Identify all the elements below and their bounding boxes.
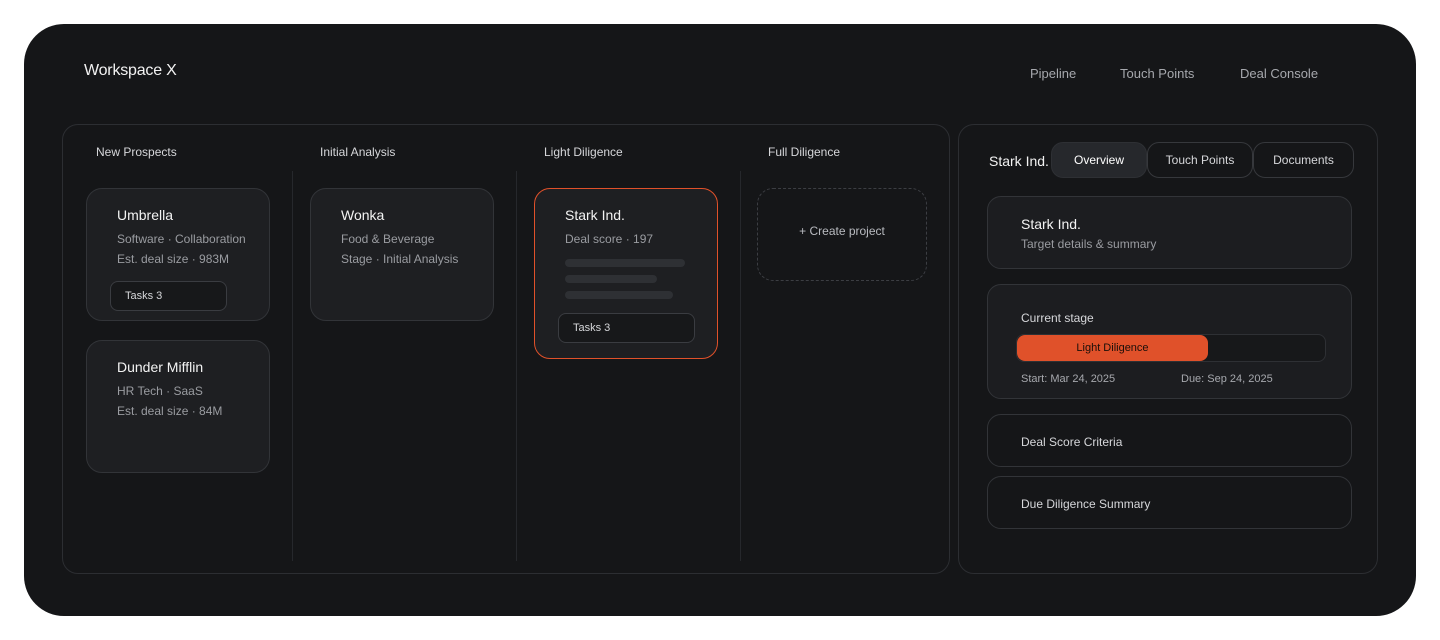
- pipeline-board: New Prospects Initial Analysis Light Dil…: [62, 124, 950, 574]
- tab-documents[interactable]: Documents: [1253, 142, 1354, 178]
- stage-label: Current stage: [1021, 311, 1094, 325]
- card-deal-score: Deal score · 197: [565, 232, 654, 246]
- column-divider: [292, 171, 293, 561]
- section-title: Due Diligence Summary: [1021, 497, 1151, 511]
- stage-value: Light Diligence: [1076, 342, 1149, 354]
- deal-detail-panel: Stark Ind. Overview Touch Points Documen…: [958, 124, 1378, 574]
- tasks-chip[interactable]: Tasks 3: [558, 313, 695, 343]
- summary-subtitle: Target details & summary: [1021, 237, 1157, 251]
- detail-company-name: Stark Ind.: [989, 153, 1049, 169]
- card-deal-size: Est. deal size · 983M: [117, 252, 230, 266]
- summary-card[interactable]: Stark Ind. Target details & summary: [987, 196, 1352, 269]
- nav-deal-console[interactable]: Deal Console: [1240, 66, 1318, 81]
- skeleton-line: [565, 291, 673, 299]
- deal-card-umbrella[interactable]: Umbrella Software · Collaboration Est. d…: [86, 188, 270, 321]
- create-project-label: + Create project: [799, 224, 885, 238]
- card-title: Stark Ind.: [565, 207, 625, 223]
- stage-progress-bar: Light Diligence: [1016, 334, 1326, 362]
- column-header-new-prospects: New Prospects: [96, 145, 177, 159]
- column-header-initial-analysis: Initial Analysis: [320, 145, 396, 159]
- card-sector: Software · Collaboration: [117, 232, 246, 246]
- tab-overview[interactable]: Overview: [1051, 142, 1147, 178]
- stage-card: Current stage Light Diligence Start: Mar…: [987, 284, 1352, 399]
- card-sector: Food & Beverage: [341, 232, 435, 246]
- deal-card-dunder-mifflin[interactable]: Dunder Mifflin HR Tech · SaaS Est. deal …: [86, 340, 270, 473]
- card-title: Umbrella: [117, 207, 174, 223]
- summary-title: Stark Ind.: [1021, 216, 1081, 232]
- card-sector: HR Tech · SaaS: [117, 384, 203, 398]
- deal-score-criteria-section[interactable]: Deal Score Criteria: [987, 414, 1352, 467]
- top-nav: Pipeline Touch Points Deal Console: [24, 66, 1416, 82]
- tab-touch-points[interactable]: Touch Points: [1147, 142, 1253, 178]
- app-window: Workspace X Pipeline Touch Points Deal C…: [24, 24, 1416, 616]
- section-title: Deal Score Criteria: [1021, 435, 1123, 449]
- card-title: Wonka: [341, 207, 385, 223]
- stage-due-date: Due: Sep 24, 2025: [1181, 373, 1273, 385]
- card-title: Dunder Mifflin: [117, 359, 204, 375]
- card-deal-size: Est. deal size · 84M: [117, 404, 223, 418]
- deal-card-stark-ind[interactable]: Stark Ind. Deal score · 197 Tasks 3: [534, 188, 718, 359]
- stage-start-date: Start: Mar 24, 2025: [1021, 373, 1116, 385]
- column-divider: [516, 171, 517, 561]
- card-stage: Stage · Initial Analysis: [341, 252, 459, 266]
- deal-card-wonka[interactable]: Wonka Food & Beverage Stage · Initial An…: [310, 188, 494, 321]
- due-diligence-summary-section[interactable]: Due Diligence Summary: [987, 476, 1352, 529]
- create-project-card[interactable]: + Create project: [757, 188, 927, 281]
- skeleton-line: [565, 259, 685, 267]
- column-divider: [740, 171, 741, 561]
- column-header-full-diligence: Full Diligence: [768, 145, 841, 159]
- tasks-chip[interactable]: Tasks 3: [110, 281, 227, 311]
- nav-pipeline[interactable]: Pipeline: [1030, 66, 1076, 81]
- nav-touch-points[interactable]: Touch Points: [1120, 66, 1194, 81]
- column-header-light-diligence: Light Diligence: [544, 145, 623, 159]
- skeleton-line: [565, 275, 657, 283]
